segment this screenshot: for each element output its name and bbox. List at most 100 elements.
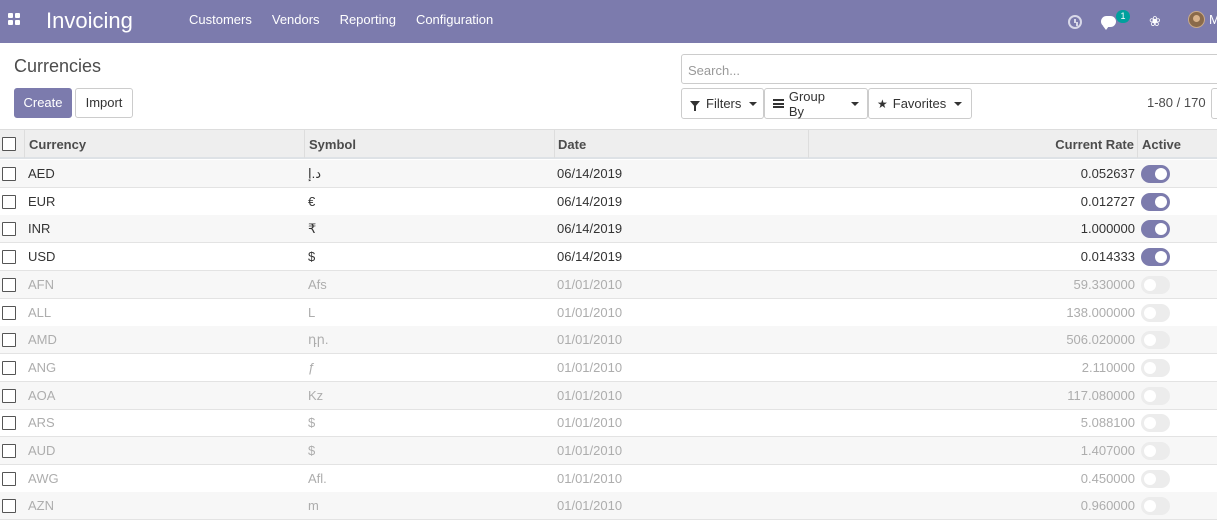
table-row[interactable]: ARS $01/01/2010 5.088100 (0, 409, 1217, 438)
active-toggle[interactable] (1141, 275, 1170, 294)
header-currency[interactable]: Currency (25, 130, 305, 158)
search-input[interactable] (688, 61, 1208, 79)
row-checkbox[interactable] (2, 333, 16, 348)
active-toggle[interactable] (1141, 165, 1170, 183)
chat-icon[interactable]: 1 (1101, 0, 1130, 43)
table-row[interactable]: AFN Afs 01/01/2010 59.330000 (0, 270, 1217, 299)
toggle-knob (1144, 500, 1156, 513)
currency-cell: AOA (28, 387, 56, 403)
active-toggle[interactable] (1141, 469, 1170, 488)
header-symbol[interactable]: Symbol (305, 130, 555, 158)
symbol-cell: $ (308, 249, 316, 265)
table-row[interactable]: AED د.إ 06/14/2019 0.052637 (0, 160, 1217, 188)
menu-configuration[interactable]: Configuration (406, 0, 503, 43)
toggle-knob (1155, 251, 1167, 264)
search-box (681, 54, 1217, 84)
date-cell: 01/01/2010 (557, 276, 623, 292)
rate-cell: 2.110000 (1081, 359, 1135, 375)
currency-cell: ARS (28, 415, 55, 431)
active-toggle[interactable] (1141, 248, 1170, 267)
active-toggle[interactable] (1141, 192, 1170, 211)
menu-reporting[interactable]: Reporting (330, 0, 406, 43)
row-checkbox[interactable] (2, 222, 16, 237)
date-cell: 01/01/2010 (557, 443, 623, 458)
row-checkbox[interactable] (2, 167, 16, 181)
toggle-knob (1144, 334, 1156, 347)
import-button[interactable]: Import (75, 88, 133, 118)
symbol-cell: m (308, 498, 319, 514)
symbol-cell: ₹ (308, 221, 317, 237)
header-active[interactable]: Active (1138, 130, 1217, 158)
top-navbar: Invoicing Customers Vendors Reporting Co… (0, 0, 1217, 43)
active-toggle[interactable] (1141, 303, 1170, 322)
user-name[interactable]: M (1209, 12, 1217, 27)
select-all-checkbox[interactable] (2, 137, 16, 151)
pager-value[interactable]: 1-80 / 170 (1147, 95, 1206, 110)
star-icon: ★ (877, 96, 888, 111)
active-toggle[interactable] (1141, 220, 1170, 239)
symbol-cell: د.إ (308, 166, 322, 181)
menu-customers[interactable]: Customers (179, 0, 262, 43)
menu-vendors[interactable]: Vendors (262, 0, 330, 43)
rate-cell: 0.014333 (1080, 249, 1135, 265)
row-checkbox[interactable] (2, 194, 16, 209)
header-current-rate[interactable]: Current Rate (808, 130, 1138, 158)
table-row[interactable]: AUD $01/01/2010 1.407000 (0, 437, 1217, 465)
table-row[interactable]: ALL L 01/01/2010 138.000000 (0, 299, 1217, 327)
row-checkbox[interactable] (2, 471, 16, 486)
date-cell: 06/14/2019 (557, 221, 623, 237)
toggle-knob (1144, 361, 1156, 374)
active-toggle[interactable] (1141, 497, 1170, 516)
date-cell: 01/01/2010 (557, 332, 623, 348)
row-checkbox[interactable] (2, 499, 16, 514)
table-row[interactable]: EUR €06/14/2019 0.012727 (0, 188, 1217, 216)
active-toggle[interactable] (1141, 442, 1170, 460)
row-checkbox[interactable] (2, 388, 16, 403)
avatar[interactable] (1188, 11, 1205, 28)
table-row[interactable]: ANG ƒ 01/01/2010 2.110000 (0, 354, 1217, 382)
rate-cell: 0.052637 (1080, 166, 1135, 181)
currency-cell: EUR (28, 193, 56, 209)
apps-grid-icon[interactable] (8, 13, 21, 26)
header-date[interactable]: Date (554, 130, 809, 158)
active-toggle[interactable] (1141, 386, 1170, 405)
toggle-knob (1144, 417, 1156, 430)
table-row[interactable]: AMD դր. 01/01/2010 506.020000 (0, 326, 1217, 355)
row-checkbox[interactable] (2, 416, 16, 431)
symbol-cell: Afl. (308, 470, 327, 486)
rate-cell: 506.020000 (1066, 332, 1135, 348)
group-by-button[interactable]: Group By (764, 88, 868, 119)
table-row[interactable]: USD $06/14/2019 0.014333 (0, 243, 1217, 272)
create-button[interactable]: Create (14, 88, 72, 118)
pager-previous-button[interactable] (1211, 88, 1217, 119)
currency-cell: AZN (28, 498, 54, 514)
table-row[interactable]: INR ₹06/14/2019 1.000000 (0, 215, 1217, 244)
symbol-cell: դր. (308, 332, 329, 348)
row-checkbox[interactable] (2, 360, 16, 375)
bug-icon[interactable]: ❀ (1149, 0, 1161, 43)
filters-button[interactable]: Filters (681, 88, 764, 119)
rate-cell: 138.000000 (1066, 304, 1135, 320)
symbol-cell: Kz (308, 387, 324, 403)
active-toggle[interactable] (1141, 331, 1170, 350)
active-toggle[interactable] (1141, 358, 1170, 377)
row-checkbox[interactable] (2, 250, 16, 265)
favorites-button[interactable]: ★ Favorites (868, 88, 972, 119)
row-checkbox[interactable] (2, 277, 16, 292)
symbol-cell: Afs (308, 276, 327, 292)
table-row[interactable]: AOA Kz 01/01/2010 117.080000 (0, 381, 1217, 410)
date-cell: 06/14/2019 (557, 193, 623, 209)
row-checkbox[interactable] (2, 444, 16, 458)
row-checkbox[interactable] (2, 305, 16, 320)
table-row[interactable]: AWG Afl. 01/01/2010 0.450000 (0, 465, 1217, 493)
active-toggle[interactable] (1141, 414, 1170, 433)
caret-down-icon (851, 101, 859, 106)
toggle-knob (1155, 168, 1167, 180)
caret-down-icon (954, 101, 963, 106)
clock-icon[interactable] (1068, 0, 1082, 43)
table-row[interactable]: AZN m 01/01/2010 0.960000 (0, 492, 1217, 520)
currency-cell: AED (28, 166, 55, 181)
rate-cell: 0.450000 (1080, 470, 1135, 486)
filters-label: Filters (706, 96, 742, 111)
rate-cell: 0.960000 (1080, 498, 1135, 514)
